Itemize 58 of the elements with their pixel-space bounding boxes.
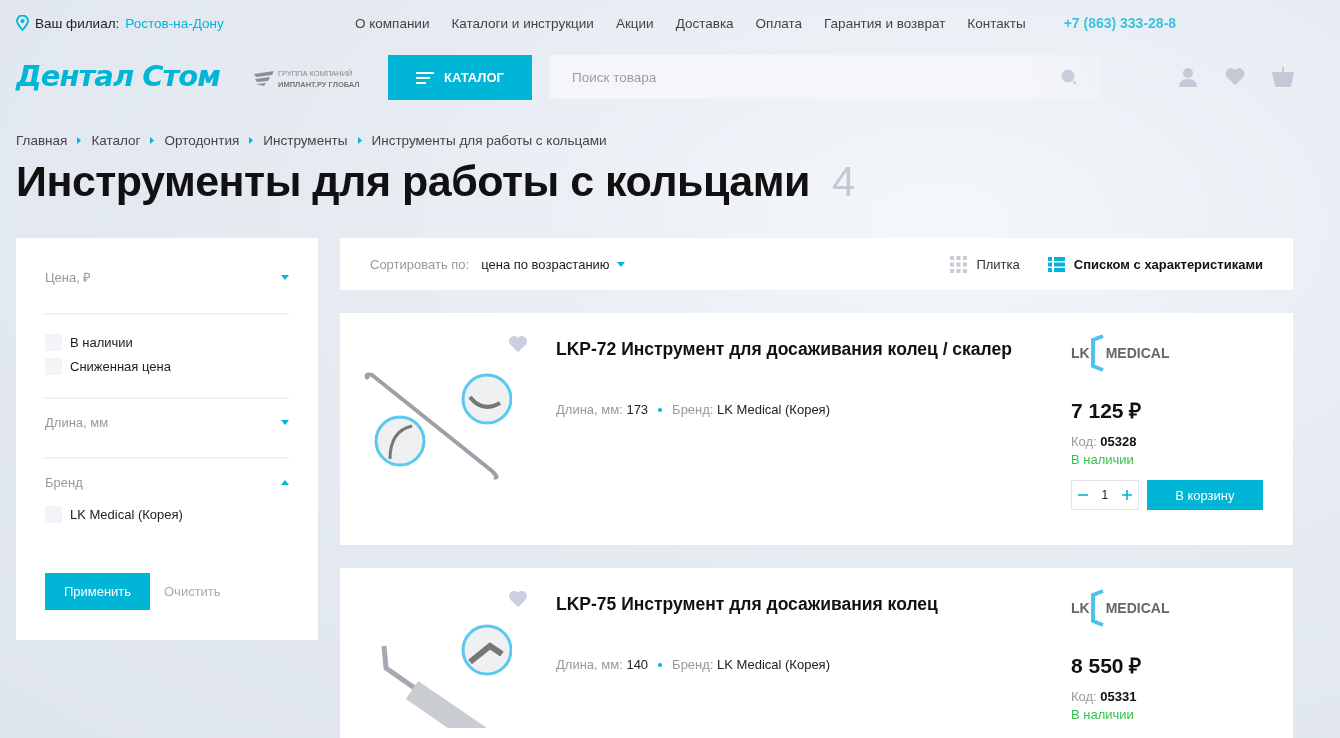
- product-code: Код: 05331: [1071, 689, 1138, 704]
- stock-status: В наличии: [1071, 452, 1135, 467]
- caret-down-icon: [616, 261, 625, 267]
- chevron-right-icon: [249, 136, 254, 144]
- nav-link[interactable]: О компании: [355, 15, 430, 31]
- caret-up-icon: [281, 480, 289, 485]
- stock-status: В наличии: [1071, 707, 1135, 722]
- grid-view-icon: [950, 255, 968, 273]
- heart-icon[interactable]: [508, 335, 528, 353]
- spec-text: Бренд: LK Medical (Корея): [672, 657, 830, 672]
- location-pin-icon: [16, 15, 29, 31]
- product-code: Код: 05328: [1071, 434, 1138, 449]
- caret-down-icon: [281, 420, 289, 425]
- chevron-right-icon: [357, 136, 362, 144]
- brand-logo: LK MEDICAL: [1071, 588, 1263, 628]
- spec-text: Длина, мм: 173: [556, 402, 649, 417]
- basket-icon[interactable]: [1272, 67, 1294, 87]
- breadcrumb-link[interactable]: Каталог: [91, 132, 141, 148]
- menu-icon: [416, 71, 434, 84]
- nav-link[interactable]: Доставка: [675, 15, 734, 31]
- nav-link[interactable]: Контакты: [967, 15, 1026, 31]
- list-view-icon: [1047, 256, 1065, 272]
- nav-link[interactable]: Оплата: [755, 15, 803, 31]
- sort-dropdown[interactable]: цена по возрастанию: [481, 256, 625, 272]
- separator-dot: [658, 662, 663, 667]
- caret-down-icon: [281, 274, 289, 280]
- quantity-stepper[interactable]: 1: [1071, 480, 1139, 510]
- product-title[interactable]: LKP-72 Инструмент для досаживания колец / скалер: [556, 339, 1071, 360]
- spec-text: Бренд: LK Medical (Корея): [672, 402, 830, 417]
- product-title[interactable]: LKP-75 Инструмент для досаживания колец: [556, 594, 1071, 615]
- view-toggle[interactable]: Плитка: [950, 255, 1020, 273]
- checkbox-label: Сниженная цена: [70, 358, 171, 374]
- price: 7 125 ₽: [1071, 398, 1143, 424]
- checkbox-label: В наличии: [70, 334, 133, 350]
- plus-button[interactable]: [1119, 488, 1134, 502]
- search-icon[interactable]: [1060, 68, 1078, 86]
- breadcrumb-link[interactable]: Инструменты для работы с кольцами: [371, 132, 607, 148]
- chevron-right-icon: [150, 136, 155, 144]
- page-title: Инструменты для работы с кольцами: [16, 157, 810, 206]
- branch-label: Ваш филиал:: [35, 15, 120, 31]
- checkbox-label: LK Medical (Корея): [70, 506, 183, 522]
- nav-link[interactable]: Гарантия и возврат: [824, 15, 946, 31]
- breadcrumb-link[interactable]: Инструменты: [263, 132, 348, 148]
- brand-logo: LK MEDICAL: [1071, 333, 1263, 373]
- plus-icon: [1121, 490, 1132, 500]
- nav-link[interactable]: Акции: [615, 15, 654, 31]
- heart-icon[interactable]: [508, 590, 528, 608]
- breadcrumb-link[interactable]: Главная: [16, 132, 68, 148]
- view-toggle[interactable]: Списком с характеристиками: [1047, 255, 1263, 273]
- sort-label: Сортировать по:: [370, 256, 470, 272]
- separator-dot: [658, 407, 663, 412]
- nav-link[interactable]: Каталоги и инструкции: [451, 15, 594, 31]
- user-icon[interactable]: [1178, 67, 1198, 87]
- breadcrumb-link[interactable]: Ортодонтия: [164, 132, 240, 148]
- chevron-right-icon: [77, 136, 82, 144]
- heart-icon[interactable]: [1224, 67, 1246, 86]
- price: 8 550 ₽: [1071, 653, 1143, 679]
- spec-text: Длина, мм: 140: [556, 657, 649, 672]
